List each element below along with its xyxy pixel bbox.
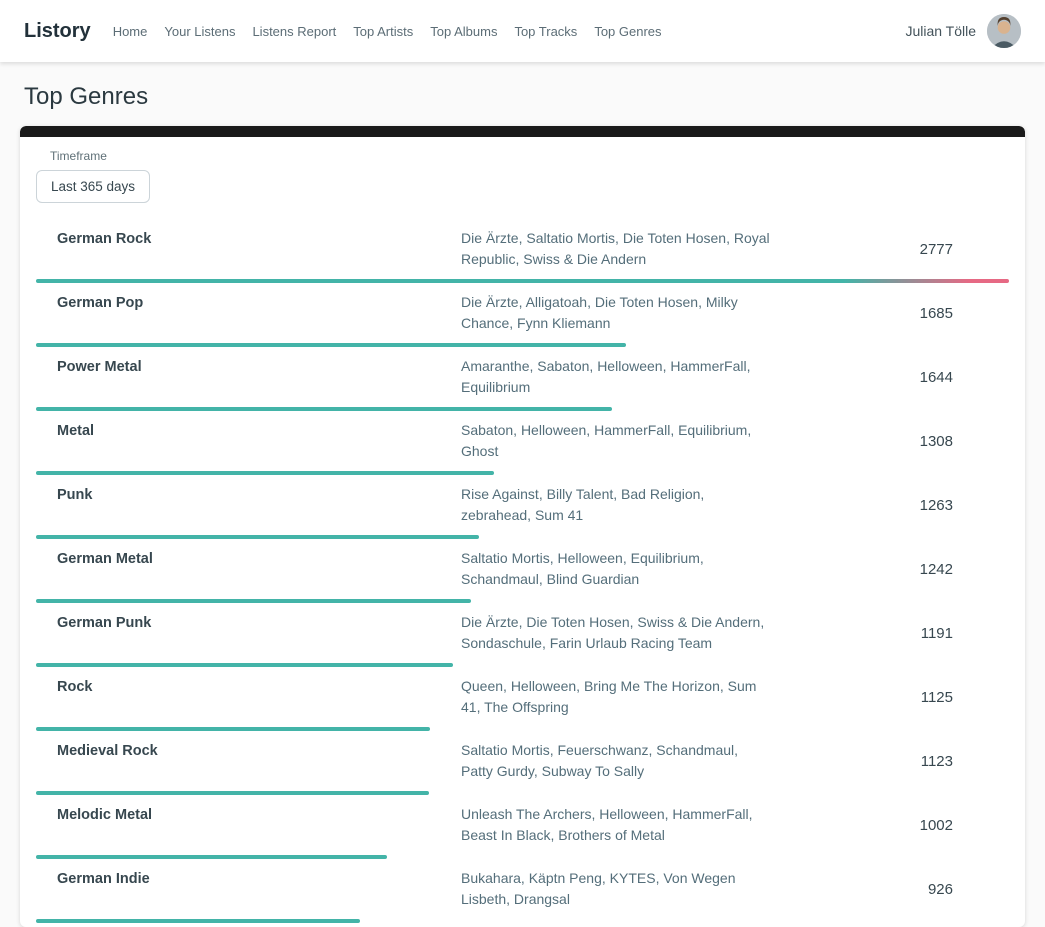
- genre-name: Punk: [36, 484, 461, 526]
- genre-top-artists: Sabaton, Helloween, HammerFall, Equilibr…: [461, 420, 773, 462]
- page-title: Top Genres: [24, 83, 1045, 111]
- nav-item-home[interactable]: Home: [113, 20, 148, 43]
- nav-item-your-listens[interactable]: Your Listens: [164, 20, 235, 43]
- nav-item-top-artists[interactable]: Top Artists: [353, 20, 413, 43]
- genre-listen-count: 1191: [773, 612, 1009, 654]
- genre-table: German Rock Die Ärzte, Saltatio Mortis, …: [36, 219, 1009, 923]
- genre-listen-count: 1002: [773, 804, 1009, 846]
- user-name: Julian Tölle: [905, 23, 976, 39]
- genre-row: Punk Rise Against, Billy Talent, Bad Rel…: [36, 475, 1009, 539]
- genre-listen-count: 926: [773, 868, 1009, 910]
- genre-row: German Pop Die Ärzte, Alligatoah, Die To…: [36, 283, 1009, 347]
- genre-top-artists: Saltatio Mortis, Feuerschwanz, Schandmau…: [461, 740, 773, 782]
- genre-row: German Indie Bukahara, Käptn Peng, KYTES…: [36, 859, 1009, 923]
- genre-row: Metal Sabaton, Helloween, HammerFall, Eq…: [36, 411, 1009, 475]
- genre-name: Metal: [36, 420, 461, 462]
- genre-name: Rock: [36, 676, 461, 718]
- genre-name: German Rock: [36, 228, 461, 270]
- genre-bar-track: [36, 919, 1009, 923]
- nav-item-top-tracks[interactable]: Top Tracks: [514, 20, 577, 43]
- top-genres-panel: Timeframe Last 365 days German Rock Die …: [20, 126, 1025, 927]
- genre-name: German Pop: [36, 292, 461, 334]
- genre-listen-count: 2777: [773, 228, 1009, 270]
- nav-item-top-albums[interactable]: Top Albums: [430, 20, 497, 43]
- avatar-image: [987, 14, 1021, 48]
- genre-name: Power Metal: [36, 356, 461, 398]
- genre-top-artists: Saltatio Mortis, Helloween, Equilibrium,…: [461, 548, 773, 590]
- genre-top-artists: Bukahara, Käptn Peng, KYTES, Von Wegen L…: [461, 868, 773, 910]
- genre-listen-count: 1242: [773, 548, 1009, 590]
- genre-listen-count: 1685: [773, 292, 1009, 334]
- genre-row: Medieval Rock Saltatio Mortis, Feuerschw…: [36, 731, 1009, 795]
- timeframe-select[interactable]: Last 365 days: [36, 170, 150, 203]
- timeframe-label: Timeframe: [50, 149, 1009, 163]
- genre-row: German Punk Die Ärzte, Die Toten Hosen, …: [36, 603, 1009, 667]
- genre-row: Rock Queen, Helloween, Bring Me The Hori…: [36, 667, 1009, 731]
- user-avatar[interactable]: [987, 14, 1021, 48]
- genre-top-artists: Die Ärzte, Die Toten Hosen, Swiss & Die …: [461, 612, 773, 654]
- genre-listen-count: 1308: [773, 420, 1009, 462]
- genre-listen-count: 1125: [773, 676, 1009, 718]
- nav-item-listens-report[interactable]: Listens Report: [252, 20, 336, 43]
- genre-row: Melodic Metal Unleash The Archers, Hello…: [36, 795, 1009, 859]
- genre-top-artists: Amaranthe, Sabaton, Helloween, HammerFal…: [461, 356, 773, 398]
- top-navbar: Listory Home Your Listens Listens Report…: [0, 0, 1045, 62]
- genre-name: German Metal: [36, 548, 461, 590]
- genre-listen-count: 1123: [773, 740, 1009, 782]
- genre-listen-count: 1644: [773, 356, 1009, 398]
- genre-row: Power Metal Amaranthe, Sabaton, Hellowee…: [36, 347, 1009, 411]
- app-logo[interactable]: Listory: [24, 20, 91, 43]
- genre-name: German Indie: [36, 868, 461, 910]
- genre-top-artists: Die Ärzte, Saltatio Mortis, Die Toten Ho…: [461, 228, 773, 270]
- genre-top-artists: Unleash The Archers, Helloween, HammerFa…: [461, 804, 773, 846]
- panel-body: Timeframe Last 365 days German Rock Die …: [20, 137, 1025, 927]
- user-menu[interactable]: Julian Tölle: [905, 14, 1021, 48]
- genre-listen-count: 1263: [773, 484, 1009, 526]
- genre-bar: [36, 919, 360, 923]
- genre-name: Melodic Metal: [36, 804, 461, 846]
- genre-top-artists: Die Ärzte, Alligatoah, Die Toten Hosen, …: [461, 292, 773, 334]
- nav-item-top-genres[interactable]: Top Genres: [594, 20, 661, 43]
- genre-name: Medieval Rock: [36, 740, 461, 782]
- genre-row: German Rock Die Ärzte, Saltatio Mortis, …: [36, 219, 1009, 283]
- genre-top-artists: Queen, Helloween, Bring Me The Horizon, …: [461, 676, 773, 718]
- horizontal-scrollbar[interactable]: [20, 126, 1025, 137]
- genre-name: German Punk: [36, 612, 461, 654]
- main-nav: Home Your Listens Listens Report Top Art…: [113, 20, 906, 43]
- genre-row: German Metal Saltatio Mortis, Helloween,…: [36, 539, 1009, 603]
- genre-top-artists: Rise Against, Billy Talent, Bad Religion…: [461, 484, 773, 526]
